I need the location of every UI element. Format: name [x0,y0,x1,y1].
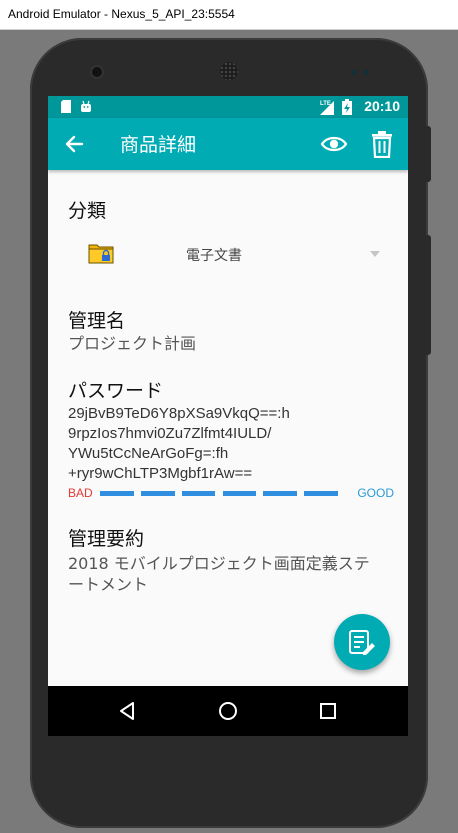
power-button[interactable] [425,126,431,182]
summary-line: ートメント [68,575,149,594]
password-line: +ryr9wChLTP3Mgbf1rAw== [68,465,253,482]
page-title: 商品詳細 [120,134,197,156]
password-line: YWu5tCcNeArGoFg=:fh [68,445,229,462]
volume-button[interactable] [425,235,431,355]
proximity-sensor [352,70,357,75]
back-triangle-icon[interactable] [115,699,139,723]
edit-note-icon [349,630,375,655]
app-bar: 商品詳細 [48,118,408,170]
strength-segment [263,491,298,496]
password-strength-meter: BAD GOOD [68,486,394,502]
strength-segment [222,491,257,496]
lte-signal-icon: LTE [320,101,334,115]
recents-square-icon[interactable] [316,699,340,723]
eye-icon[interactable] [320,131,348,157]
strength-bad-label: BAD [68,486,93,500]
summary-label: 管理要約 [68,528,145,550]
strength-segment [140,491,175,496]
category-selected-value: 電子文書 [186,248,242,264]
front-camera [92,67,102,77]
sd-card-icon [61,100,71,113]
password-line: 29jBvB9TeD6Y8pXSa9VkqQ==:h [68,405,290,422]
arrow-back-icon[interactable] [62,131,88,157]
status-bar: LTE 20:10 [48,96,408,118]
system-nav-bar [48,686,408,736]
battery-charging-icon [342,99,352,115]
status-time: 20:10 [364,98,400,114]
strength-segment [181,491,216,496]
emulator-title-bar: Android Emulator - Nexus_5_API_23:5554 [0,0,458,30]
strength-segment [100,491,134,496]
management-name-value: プロジェクト計画 [68,334,197,353]
management-name-label: 管理名 [68,310,126,332]
password-line: 9rpzIos7hmvi0Zu7Zlfmt4IULD/ [68,425,272,442]
category-spinner[interactable]: 電子文書 [68,234,388,274]
password-value: 29jBvB9TeD6Y8pXSa9VkqQ==:h 9rpzIos7hmvi0… [68,404,388,484]
summary-value: 2018 モバイルプロジェクト画面定義ステ ートメント [68,553,388,595]
light-sensor [364,70,369,75]
locked-folder-icon [88,244,114,264]
strength-good-label: GOOD [357,486,394,500]
trash-icon[interactable] [370,130,394,158]
password-label: パスワード [68,380,164,402]
strength-segment [304,491,338,496]
edit-fab-button[interactable] [334,614,390,670]
android-icon [81,100,91,112]
network-type-label: LTE [320,101,331,107]
summary-line: 2018 モバイルプロジェクト画面定義ステ [68,554,370,573]
chevron-down-icon [370,251,380,257]
home-circle-icon[interactable] [216,699,240,723]
phone-screen: LTE 20:10 商品詳細 分類 電子文書 管理名 プロジェクト計画 パスワー… [48,96,408,736]
category-label: 分類 [68,200,107,222]
window-title: Android Emulator - Nexus_5_API_23:5554 [8,7,235,21]
speaker-grille [220,62,238,80]
